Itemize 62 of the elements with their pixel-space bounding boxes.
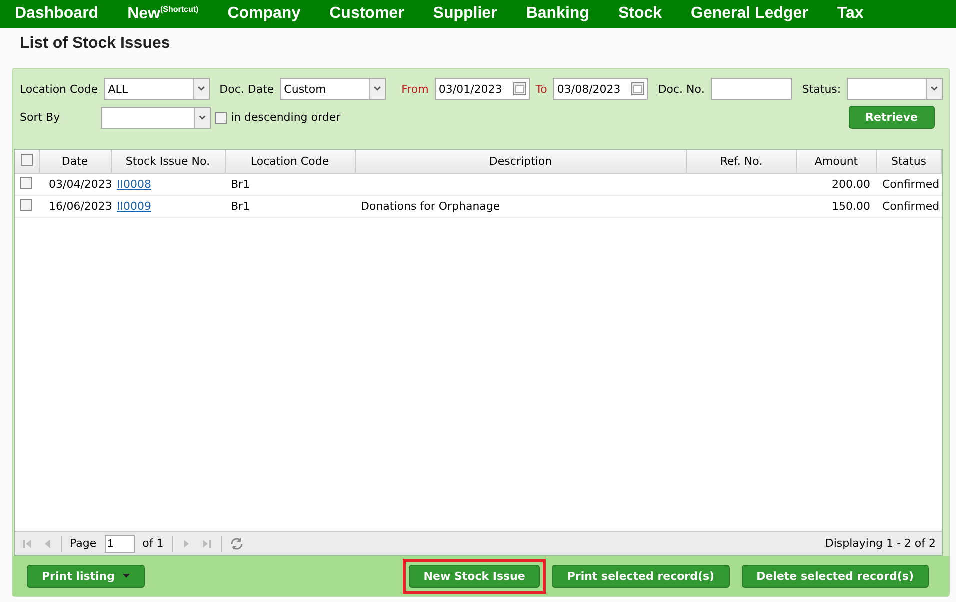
location-code-dropdown[interactable]: ALL [104,78,210,100]
from-date-field[interactable]: 03/01/2023 [434,78,530,100]
field-label: Status: [802,82,842,96]
table-cell: 150.00 [796,195,876,217]
stock-issue-link[interactable]: II0009 [117,200,152,212]
table-cell: Confirmed [876,173,942,195]
field-label: From [402,82,429,96]
status-dropdown[interactable] [847,78,943,100]
menu-item[interactable]: Dashboard [15,5,99,23]
action-button[interactable]: New Stock Issue [408,564,540,588]
column-header[interactable]: Status [876,150,942,173]
table-cell: 200.00 [796,173,876,195]
first-page-icon[interactable] [21,538,33,550]
menu-item[interactable]: Company [228,5,301,23]
field-label: Doc. Date [220,82,274,96]
field-label: Sort By [20,111,62,124]
calendar-icon[interactable] [512,82,527,96]
page-count: of 1 [142,537,164,550]
field-label: Doc. No. [658,82,705,96]
column-header[interactable]: Stock Issue No. [111,150,225,173]
page-label: Page [70,537,97,550]
menu-item[interactable]: Tax [837,5,864,23]
table-cell: Confirmed [876,195,942,217]
doc-no-field[interactable] [710,78,792,100]
table-cell: Br1 [225,195,355,217]
field-label: To [536,82,548,96]
column-header[interactable]: Description [355,150,686,173]
menu-item[interactable]: Customer [330,5,404,23]
action-button[interactable]: Print selected record(s) [552,564,730,588]
retrieve-button[interactable]: Retrieve [848,106,935,129]
checkbox-label: in descending order [231,111,341,124]
last-page-icon[interactable] [200,538,213,550]
select-all-checkbox[interactable] [20,154,33,166]
stock-issue-link[interactable]: II0008 [117,178,152,190]
menu-item[interactable]: Banking [526,5,590,23]
menu-item[interactable]: Supplier [433,5,498,23]
column-header[interactable]: Location Code [225,150,355,173]
action-button[interactable]: Delete selected record(s) [742,564,929,588]
page-title: List of Stock Issues [19,34,172,54]
row-checkbox[interactable] [20,198,32,210]
row-checkbox[interactable] [20,176,32,188]
sort-by-dropdown[interactable] [101,106,211,128]
page-number-field[interactable]: 1 [104,534,135,552]
doc-date-dropdown[interactable]: Custom [280,78,386,100]
table-cell: Donations for Orphanage [355,195,686,217]
field-label: Location Code [20,82,98,96]
caret-icon [123,574,130,578]
column-header[interactable]: Date [39,150,111,173]
table-cell: 16/06/2023 [39,195,111,217]
to-date-field[interactable]: 03/08/2023 [553,78,648,100]
record-count: Displaying 1 - 2 of 2 [825,537,936,550]
menu-item[interactable]: Stock [618,5,662,23]
column-header[interactable]: Amount [796,150,876,173]
menu-item[interactable]: New$^{(Shortcut)}$ [128,4,199,24]
calendar-icon[interactable] [631,82,646,96]
table-cell: 03/04/2023 [39,173,111,195]
table-cell: Br1 [225,173,355,195]
column-header[interactable]: Ref. No. [686,150,796,173]
print-listing-button[interactable]: Print listing [27,564,145,588]
refresh-icon[interactable] [230,536,244,550]
checkbox[interactable] [215,112,227,124]
menu-item[interactable]: General Ledger [691,5,808,23]
